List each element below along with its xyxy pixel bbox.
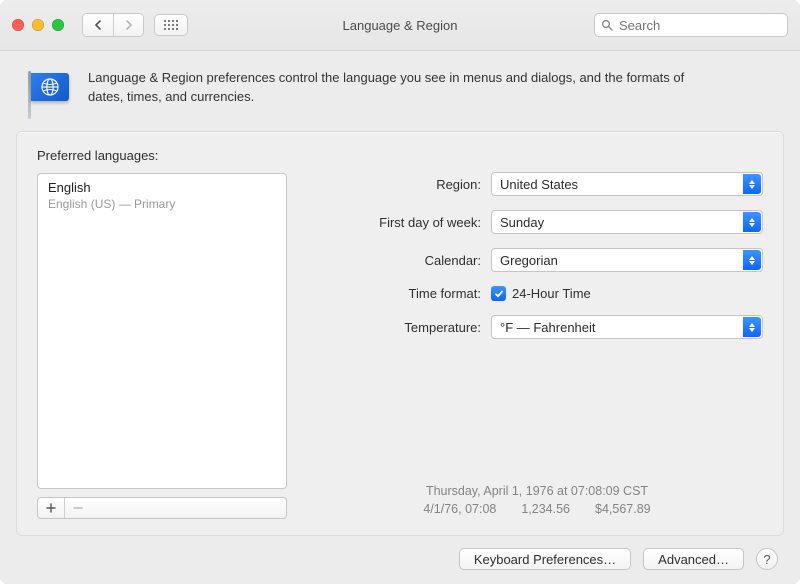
zoom-icon[interactable] xyxy=(52,19,64,31)
time-format-label: Time format: xyxy=(321,286,491,301)
format-examples: Thursday, April 1, 1976 at 07:08:09 CST … xyxy=(321,482,763,520)
first-day-popup[interactable]: Sunday xyxy=(491,210,763,234)
plus-icon xyxy=(46,503,56,513)
24hour-checkbox-label: 24-Hour Time xyxy=(512,286,591,301)
calendar-popup[interactable]: Gregorian xyxy=(491,248,763,272)
first-day-label: First day of week: xyxy=(321,215,491,230)
add-remove-controls xyxy=(37,497,287,519)
calendar-value: Gregorian xyxy=(500,253,558,268)
region-popup[interactable]: United States xyxy=(491,172,763,196)
globe-icon xyxy=(40,77,60,97)
search-input[interactable] xyxy=(617,17,781,34)
temperature-value: °F — Fahrenheit xyxy=(500,320,596,335)
preferred-languages-list[interactable]: English English (US) — Primary xyxy=(37,173,287,489)
temperature-label: Temperature: xyxy=(321,320,491,335)
language-name: English xyxy=(48,180,276,195)
close-icon[interactable] xyxy=(12,19,24,31)
example-line-2: 4/1/76, 07:08 1,234.56 $4,567.89 xyxy=(321,500,753,519)
back-button[interactable] xyxy=(83,14,113,36)
preferred-languages-section: Preferred languages: English English (US… xyxy=(37,148,287,519)
advanced-button[interactable]: Advanced… xyxy=(643,548,744,570)
help-button[interactable]: ? xyxy=(756,548,778,570)
language-region-icon xyxy=(24,71,72,119)
intro-section: Language & Region preferences control th… xyxy=(16,63,784,131)
intro-text: Language & Region preferences control th… xyxy=(88,69,708,107)
chevron-up-down-icon xyxy=(743,317,761,337)
nav-back-forward xyxy=(82,13,144,37)
checkmark-icon xyxy=(494,289,504,299)
temperature-popup[interactable]: °F — Fahrenheit xyxy=(491,315,763,339)
region-settings: Region: United States First day of week:… xyxy=(321,148,763,519)
footer-buttons: Keyboard Preferences… Advanced… ? xyxy=(16,536,784,570)
region-label: Region: xyxy=(321,177,491,192)
chevron-up-down-icon xyxy=(743,212,761,232)
calendar-label: Calendar: xyxy=(321,253,491,268)
chevron-up-down-icon xyxy=(743,250,761,270)
first-day-value: Sunday xyxy=(500,215,544,230)
forward-button[interactable] xyxy=(113,14,143,36)
prefs-window: Language & Region xyxy=(0,0,800,584)
chevron-right-icon xyxy=(125,20,133,30)
add-language-button[interactable] xyxy=(38,498,64,518)
show-all-button[interactable] xyxy=(154,14,188,36)
search-field[interactable] xyxy=(594,13,788,37)
search-icon xyxy=(601,19,613,31)
chevron-left-icon xyxy=(94,20,102,30)
minus-icon xyxy=(73,503,83,513)
remove-language-button[interactable] xyxy=(64,498,90,518)
chevron-up-down-icon xyxy=(743,174,761,194)
24hour-checkbox[interactable] xyxy=(491,286,506,301)
keyboard-preferences-button[interactable]: Keyboard Preferences… xyxy=(459,548,631,570)
grid-icon xyxy=(164,20,178,30)
preferred-languages-heading: Preferred languages: xyxy=(37,148,287,163)
window-controls xyxy=(12,19,64,31)
language-item[interactable]: English English (US) — Primary xyxy=(48,180,276,211)
minimize-icon[interactable] xyxy=(32,19,44,31)
language-subtitle: English (US) — Primary xyxy=(48,197,276,211)
settings-panel: Preferred languages: English English (US… xyxy=(16,131,784,536)
window-toolbar: Language & Region xyxy=(0,0,800,51)
region-value: United States xyxy=(500,177,578,192)
example-line-1: Thursday, April 1, 1976 at 07:08:09 CST xyxy=(321,482,753,501)
window-body: Language & Region preferences control th… xyxy=(0,51,800,584)
